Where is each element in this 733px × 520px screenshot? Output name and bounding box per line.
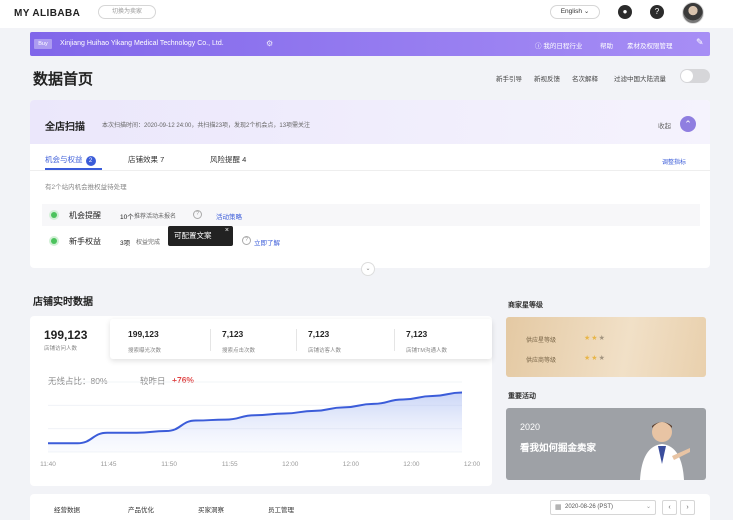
tab-product-optimize[interactable]: 产品优化 bbox=[128, 504, 154, 514]
adjust-metrics-link[interactable]: 调整指标 bbox=[662, 157, 686, 166]
edit-icon[interactable]: ✎ bbox=[696, 37, 704, 48]
brand-logo[interactable]: MY ALIBABA bbox=[14, 8, 80, 19]
info-icon[interactable]: ? bbox=[193, 210, 202, 219]
settings-icon[interactable]: ⚙ bbox=[266, 39, 273, 48]
x-tick-label: 12:00 bbox=[282, 461, 299, 468]
x-tick-label: 11:55 bbox=[222, 461, 238, 468]
star-level-card: 供应星等级 ★★★ 供应商等级 ★★★ bbox=[506, 317, 706, 377]
company-name: Xinjiang Huihao Yikang Medical Technolog… bbox=[60, 40, 224, 47]
tab-store-effect[interactable]: 店铺效果 7 bbox=[128, 154, 164, 165]
event-year: 2020 bbox=[520, 422, 541, 432]
metric-label: 搜索点击次数 bbox=[222, 348, 256, 354]
x-tick-label: 11:50 bbox=[161, 461, 177, 468]
row-title: 新手权益 bbox=[69, 237, 101, 246]
row-count: 3项 bbox=[120, 240, 131, 247]
metric-label: 店铺访客人数 bbox=[308, 348, 342, 354]
tab-business-data[interactable]: 经营数据 bbox=[54, 504, 80, 514]
realtime-panel: 199,123 店铺访问人数 199,123 搜索曝光次数 7,123 搜索点击… bbox=[30, 316, 492, 486]
star-row-label: 供应商等级 bbox=[526, 358, 557, 364]
bottom-tab-bar: 经营数据 产品优化 买家洞察 员工管理 ▦ 2020-08-26 (PST) ⌄… bbox=[30, 494, 710, 520]
tab-staff-manage[interactable]: 员工管理 bbox=[268, 504, 294, 514]
top-bar: MY ALIBABA 切换为卖家 English ⌄ ● ? bbox=[0, 0, 733, 28]
metric-value: 199,123 bbox=[128, 329, 159, 339]
x-tick-label: 11:45 bbox=[101, 461, 117, 468]
x-tick-label: 12:00 bbox=[464, 461, 481, 468]
row-link[interactable]: 活动策略 bbox=[216, 211, 242, 221]
glossary-link[interactable]: 名次解释 bbox=[572, 73, 598, 83]
row-desc: 推荐活动未报名 bbox=[134, 214, 177, 220]
filter-label: 过滤中国大陆流量 bbox=[614, 76, 666, 83]
tab-opportunities[interactable]: 机会与权益 2 bbox=[45, 154, 96, 166]
event-banner[interactable]: 2020 看我如何掘金卖家 bbox=[506, 408, 706, 480]
store-scan-panel: 全店扫描 本次扫描时间：2020-09-12 24:00，共扫描23项，发现2个… bbox=[30, 100, 710, 268]
tab-buyer-insight[interactable]: 买家洞察 bbox=[198, 504, 224, 514]
scan-title: 全店扫描 bbox=[45, 122, 85, 133]
tooltip: 可配置文案 × bbox=[168, 226, 233, 246]
chevron-down-icon[interactable]: ⌄ bbox=[361, 262, 375, 276]
tab-count-badge: 2 bbox=[85, 156, 96, 166]
x-tick-label: 11:40 bbox=[40, 461, 56, 468]
row-desc: 权益完成 bbox=[136, 240, 161, 246]
star-row-label: 供应星等级 bbox=[526, 338, 557, 344]
main-metric-value: 199,123 bbox=[44, 328, 88, 342]
help-icon[interactable]: ? bbox=[650, 5, 664, 19]
status-dot bbox=[51, 212, 57, 218]
language-label: English bbox=[560, 8, 583, 15]
materials-link[interactable]: 素材及权限管理 bbox=[627, 40, 673, 50]
date-value: 2020-08-26 (PST) bbox=[565, 504, 614, 510]
schedule-link[interactable]: ⓘ 我的日程行业 bbox=[535, 40, 582, 50]
next-button[interactable]: › bbox=[680, 500, 695, 515]
tab-risk[interactable]: 风险提醒 4 bbox=[210, 154, 246, 165]
event-text: 看我如何掘金卖家 bbox=[520, 443, 597, 454]
star-rating: ★★★ bbox=[584, 355, 606, 362]
metric-value: 7,123 bbox=[308, 329, 330, 339]
info-icon[interactable]: ? bbox=[242, 236, 251, 245]
company-bar: Buy Xinjiang Huihao Yikang Medical Techn… bbox=[30, 32, 710, 56]
switch-role-button[interactable]: 切换为卖家 bbox=[98, 5, 156, 19]
calendar-icon: ▦ bbox=[555, 504, 562, 511]
x-tick-label: 12:00 bbox=[343, 461, 360, 468]
metric-label: 店铺TM沟通人数 bbox=[406, 348, 447, 354]
row-count: 10个 bbox=[120, 214, 134, 221]
x-tick-label: 12:00 bbox=[403, 461, 420, 468]
series-area bbox=[48, 392, 462, 452]
buyer-tag: Buy bbox=[34, 39, 52, 49]
presenter-image bbox=[640, 422, 690, 480]
metric-value: 7,123 bbox=[406, 329, 428, 339]
chevron-up-icon[interactable]: ⌃ bbox=[680, 116, 696, 132]
scan-header: 全店扫描 本次扫描时间：2020-09-12 24:00，共扫描23项，发现2个… bbox=[30, 100, 710, 144]
guide-link[interactable]: 新手引导 bbox=[496, 73, 522, 83]
language-select[interactable]: English ⌄ bbox=[550, 5, 600, 19]
page-title: 数据首页 bbox=[33, 71, 94, 88]
realtime-area-chart: 11:40 11:45 11:50 11:55 12:00 12:00 12:00 12:00 bbox=[40, 381, 481, 468]
scan-time: 本次扫描时间：2020-09-12 24:00，共扫描23项，发现2个机会点，1… bbox=[102, 123, 311, 129]
star-rating: ★★★ bbox=[584, 335, 606, 342]
list-item: 新手权益 3项 权益完成 ? 立即了解 bbox=[42, 230, 700, 252]
event-title: 重要活动 bbox=[508, 393, 536, 400]
collapse-label[interactable]: 收起 bbox=[658, 120, 671, 130]
date-picker[interactable]: ▦ 2020-08-26 (PST) ⌄ bbox=[550, 500, 656, 515]
help-link[interactable]: 帮助 bbox=[600, 40, 613, 50]
metric-value: 7,123 bbox=[222, 329, 244, 339]
row-title: 机会提醒 bbox=[69, 211, 101, 220]
chevron-down-icon: ⌄ bbox=[645, 504, 651, 510]
bell-icon[interactable]: ● bbox=[618, 5, 632, 19]
avatar[interactable] bbox=[682, 2, 704, 24]
metric-label: 搜索曝光次数 bbox=[128, 348, 162, 354]
star-level-title: 商家星等级 bbox=[508, 302, 543, 309]
main-metric-label: 店铺访问人数 bbox=[44, 346, 78, 352]
status-dot bbox=[51, 238, 57, 244]
realtime-title: 店铺实时数据 bbox=[33, 297, 93, 308]
scan-hint: 有2个站内机会推权益待处理 bbox=[45, 184, 127, 191]
prev-button[interactable]: ‹ bbox=[662, 500, 677, 515]
close-icon[interactable]: × bbox=[225, 221, 229, 241]
row-link[interactable]: 立即了解 bbox=[254, 237, 280, 247]
list-item: 机会提醒 10个 推荐活动未报名 ? 活动策略 bbox=[42, 204, 700, 226]
metric-card: 199,123 搜索曝光次数 7,123 搜索点击次数 7,123 店铺访客人数… bbox=[110, 319, 492, 359]
feedback-link[interactable]: 新视反馈 bbox=[534, 73, 560, 83]
filter-toggle[interactable] bbox=[680, 69, 710, 83]
